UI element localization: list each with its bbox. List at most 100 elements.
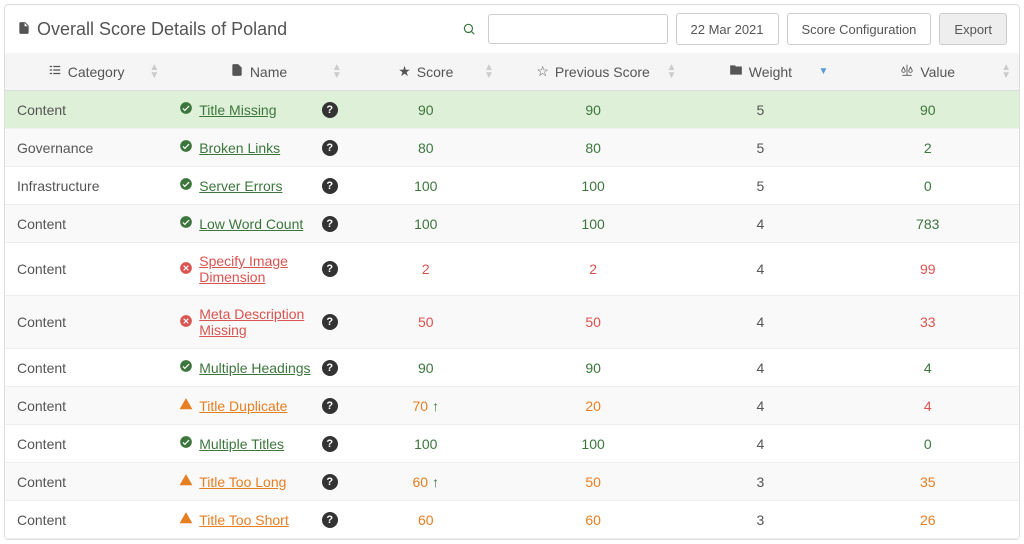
cell-weight: 4 — [684, 349, 836, 387]
score-config-button[interactable]: Score Configuration — [787, 13, 932, 45]
cell-previous: 100 — [502, 167, 685, 205]
cell-name: Meta Description Missing? — [167, 296, 350, 349]
table-row[interactable]: ContentMultiple Headings?909044 — [5, 349, 1019, 387]
date-button[interactable]: 22 Mar 2021 — [676, 13, 779, 45]
cell-name: Multiple Titles? — [167, 425, 350, 463]
cell-value: 26 — [836, 501, 1019, 539]
table-row[interactable]: ContentTitle Duplicate?70↑2044 — [5, 387, 1019, 425]
metric-link[interactable]: Broken Links — [199, 140, 280, 156]
metric-link[interactable]: Server Errors — [199, 178, 282, 194]
export-button[interactable]: Export — [939, 13, 1007, 45]
search-input[interactable] — [488, 14, 668, 44]
cell-score: 90 — [350, 349, 502, 387]
cell-previous: 2 — [502, 243, 685, 296]
cell-category: Content — [5, 205, 167, 243]
cell-value: 2 — [836, 129, 1019, 167]
cell-previous: 90 — [502, 91, 685, 129]
cell-weight: 3 — [684, 463, 836, 501]
col-header-previous[interactable]: ☆Previous Score ▲▼ — [502, 53, 685, 91]
page-title: Overall Score Details of Poland — [17, 19, 446, 40]
info-icon[interactable]: ? — [322, 314, 338, 330]
info-icon[interactable]: ? — [322, 512, 338, 528]
status-icon — [179, 177, 193, 194]
table-row[interactable]: GovernanceBroken Links?808052 — [5, 129, 1019, 167]
metric-link[interactable]: Specify Image Dimension — [199, 253, 338, 285]
cell-value: 35 — [836, 463, 1019, 501]
cell-name: Title Too Long? — [167, 463, 350, 501]
cell-previous: 100 — [502, 425, 685, 463]
col-header-value[interactable]: Value ▲▼ — [836, 53, 1019, 91]
star-outline-icon: ☆ — [536, 63, 549, 80]
table-row[interactable]: InfrastructureServer Errors?10010050 — [5, 167, 1019, 205]
table-row[interactable]: ContentTitle Too Short?6060326 — [5, 501, 1019, 539]
cell-score: 80 — [350, 129, 502, 167]
score-table: Category ▲▼ Name ▲▼ ★Score ▲▼ ☆Previous … — [5, 53, 1019, 539]
info-icon[interactable]: ? — [322, 216, 338, 232]
file-icon — [230, 63, 244, 80]
search-group — [454, 14, 668, 44]
cell-previous: 50 — [502, 463, 685, 501]
sort-icon: ▲▼ — [484, 64, 494, 80]
cell-name: Title Missing? — [167, 91, 350, 129]
sort-icon: ▲▼ — [332, 64, 342, 80]
cell-value: 4 — [836, 387, 1019, 425]
col-header-category[interactable]: Category ▲▼ — [5, 53, 167, 91]
cell-category: Content — [5, 387, 167, 425]
cell-weight: 5 — [684, 167, 836, 205]
table-row[interactable]: ContentSpecify Image Dimension?22499 — [5, 243, 1019, 296]
cell-weight: 4 — [684, 296, 836, 349]
cell-category: Content — [5, 425, 167, 463]
metric-link[interactable]: Title Duplicate — [199, 398, 287, 414]
cell-score: 2 — [350, 243, 502, 296]
info-icon[interactable]: ? — [322, 360, 338, 376]
metric-link[interactable]: Meta Description Missing — [199, 306, 338, 338]
table-row[interactable]: ContentMeta Description Missing?5050433 — [5, 296, 1019, 349]
cell-name: Broken Links? — [167, 129, 350, 167]
cell-previous: 100 — [502, 205, 685, 243]
table-row[interactable]: ContentTitle Too Long?60↑50335 — [5, 463, 1019, 501]
info-icon[interactable]: ? — [322, 436, 338, 452]
info-icon[interactable]: ? — [322, 102, 338, 118]
table-row[interactable]: ContentLow Word Count?1001004783 — [5, 205, 1019, 243]
cell-score: 70↑ — [350, 387, 502, 425]
status-icon — [179, 473, 193, 490]
cell-previous: 20 — [502, 387, 685, 425]
metric-link[interactable]: Multiple Headings — [199, 360, 310, 376]
metric-link[interactable]: Multiple Titles — [199, 436, 284, 452]
metric-link[interactable]: Title Too Long — [199, 474, 286, 490]
cell-score: 60 — [350, 501, 502, 539]
scale-icon — [900, 63, 914, 80]
cell-value: 0 — [836, 425, 1019, 463]
cell-score: 60↑ — [350, 463, 502, 501]
status-icon — [179, 397, 193, 414]
metric-link[interactable]: Low Word Count — [199, 216, 303, 232]
info-icon[interactable]: ? — [322, 140, 338, 156]
cell-category: Content — [5, 296, 167, 349]
cell-category: Governance — [5, 129, 167, 167]
col-header-score[interactable]: ★Score ▲▼ — [350, 53, 502, 91]
status-icon — [179, 215, 193, 232]
trend-up-icon: ↑ — [432, 474, 439, 490]
sort-icon: ▲▼ — [149, 64, 159, 80]
info-icon[interactable]: ? — [322, 398, 338, 414]
col-header-weight[interactable]: Weight ▼ — [684, 53, 836, 91]
status-icon — [179, 359, 193, 376]
info-icon[interactable]: ? — [322, 178, 338, 194]
cell-previous: 80 — [502, 129, 685, 167]
search-icon[interactable] — [454, 14, 484, 44]
cell-value: 0 — [836, 167, 1019, 205]
table-row[interactable]: ContentTitle Missing?9090590 — [5, 91, 1019, 129]
cell-previous: 50 — [502, 296, 685, 349]
cell-category: Content — [5, 463, 167, 501]
cell-weight: 5 — [684, 129, 836, 167]
info-icon[interactable]: ? — [322, 261, 338, 277]
info-icon[interactable]: ? — [322, 474, 338, 490]
table-row[interactable]: ContentMultiple Titles?10010040 — [5, 425, 1019, 463]
metric-link[interactable]: Title Missing — [199, 102, 276, 118]
status-icon — [179, 511, 193, 528]
col-header-name[interactable]: Name ▲▼ — [167, 53, 350, 91]
metric-link[interactable]: Title Too Short — [199, 512, 289, 528]
cell-previous: 90 — [502, 349, 685, 387]
cell-value: 99 — [836, 243, 1019, 296]
sort-icon: ▲▼ — [666, 64, 676, 80]
